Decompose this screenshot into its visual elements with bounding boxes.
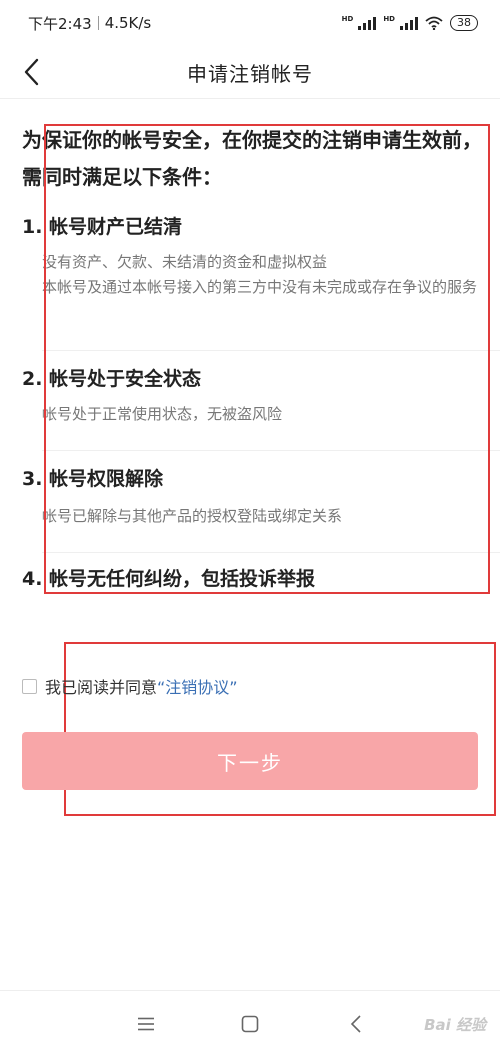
agreement-text: 我已阅读并同意 (45, 678, 158, 697)
watermark: Bai 经验 (424, 1016, 486, 1034)
intro-text: 为保证你的帐号安全，在你提交的注销申请生效前，需同时满足以下条件： (22, 128, 482, 189)
status-bar: 下午2:43 4.5K/s HD HD 38 (0, 0, 500, 46)
condition-title-3: 3. 帐号权限解除 (22, 468, 164, 490)
home-icon (241, 1015, 259, 1033)
condition-title-2: 2. 帐号处于安全状态 (22, 368, 202, 390)
agreement-link[interactable]: “注销协议” (157, 674, 238, 698)
agreement-checkbox[interactable] (22, 678, 37, 694)
signal-icon (358, 16, 377, 30)
wifi-icon (425, 16, 443, 31)
status-separator (97, 16, 99, 30)
system-back-button[interactable] (338, 1006, 374, 1042)
condition-desc-1: 没有资产、欠款、未结清的资金和虚拟权益 本帐号及通过本帐号接入的第三方中没有未完… (42, 253, 478, 296)
menu-button[interactable] (128, 1006, 164, 1042)
network-speed: 4.5K/s (104, 14, 152, 32)
home-button[interactable] (232, 1006, 268, 1042)
nav-divider (0, 98, 500, 99)
signal-icon-2 (400, 16, 418, 30)
chevron-left-icon (24, 58, 39, 86)
status-left: 下午2:43 4.5K/s (28, 13, 151, 34)
condition-title-1: 1. 帐号财产已结清 (22, 216, 183, 238)
menu-icon (138, 1017, 154, 1031)
condition-desc-3: 帐号已解除与其他产品的授权登陆或绑定关系 (42, 507, 343, 525)
status-right: HD HD 38 (342, 15, 478, 31)
condition-divider (42, 350, 500, 351)
hd-label-2: HD (383, 15, 395, 23)
condition-divider (42, 552, 500, 553)
next-button[interactable]: 下一步 (22, 732, 478, 790)
hd-label: HD (341, 15, 354, 23)
condition-desc-2: 帐号处于正常使用状态，无被盗风险 (42, 405, 283, 423)
back-button[interactable] (16, 56, 48, 88)
status-time: 下午2:43 (28, 14, 92, 33)
system-nav-bar: Bai 经验 (0, 992, 500, 1056)
battery-icon: 38 (450, 15, 478, 31)
condition-title-4: 4. 帐号无任何纠纷，包括投诉举报 (22, 568, 316, 590)
condition-divider (42, 450, 500, 451)
system-nav-divider (0, 990, 500, 991)
page-title: 申请注销帐号 (187, 61, 313, 86)
nav-bar: 申请注销帐号 (0, 46, 500, 98)
back-arrow-icon (350, 1015, 361, 1033)
agreement-row: 我已阅读并同意 “注销协议” (22, 674, 238, 698)
